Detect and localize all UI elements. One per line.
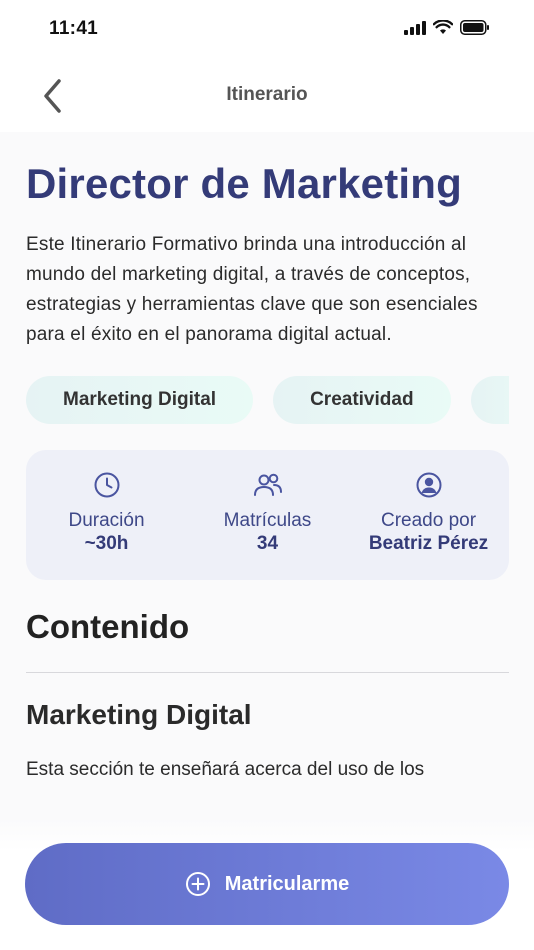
signal-icon — [404, 20, 426, 35]
subsection-description: Esta sección te enseñará acerca del uso … — [26, 759, 425, 780]
page-title: Director de Marketing — [26, 160, 462, 207]
tag-marketing-digital[interactable]: Marketing Digital — [26, 376, 254, 424]
subsection-title: Marketing Digital — [26, 699, 252, 730]
tag-list: Marketing Digital Creatividad — [26, 376, 509, 426]
battery-icon — [460, 20, 489, 35]
wifi-icon — [433, 20, 453, 34]
stat-enrollments: Matrículas 34 — [193, 450, 343, 555]
main-content: Director de Marketing Este Itinerario Fo… — [26, 132, 509, 785]
tag-overflow[interactable] — [470, 376, 509, 424]
stat-enrollments-label: Matrículas — [223, 510, 312, 531]
stats-card: Duración ~30h Matrículas 34 Creado por B… — [26, 450, 509, 580]
nav-title: Itinerario — [226, 84, 308, 105]
stat-author: Creado por Beatriz Pérez — [354, 450, 504, 555]
stat-enrollments-value: 34 — [256, 533, 279, 554]
stat-author-label: Creado por — [380, 510, 477, 531]
stat-duration-value: ~30h — [84, 533, 129, 554]
stat-duration-label: Duración — [68, 510, 145, 531]
page-description: Este Itinerario Formativo brinda una int… — [26, 234, 478, 345]
section-title: Contenido — [26, 608, 190, 645]
status-icons — [404, 20, 490, 35]
status-time: 11:41 — [49, 18, 99, 39]
stat-duration: Duración ~30h — [32, 450, 182, 555]
stat-author-value[interactable]: Beatriz Pérez — [354, 533, 504, 555]
enroll-button-label: Matricularme — [224, 872, 350, 895]
users-icon — [253, 473, 282, 496]
status-bar: 11:41 — [0, 0, 534, 60]
tag-creatividad[interactable]: Creatividad — [273, 376, 451, 424]
clock-icon — [94, 472, 119, 498]
enroll-button[interactable]: Matricularme — [25, 843, 509, 925]
user-circle-icon — [416, 472, 441, 498]
divider — [26, 672, 509, 673]
nav-bar: Itinerario — [0, 60, 534, 132]
plus-circle-icon — [185, 872, 210, 896]
